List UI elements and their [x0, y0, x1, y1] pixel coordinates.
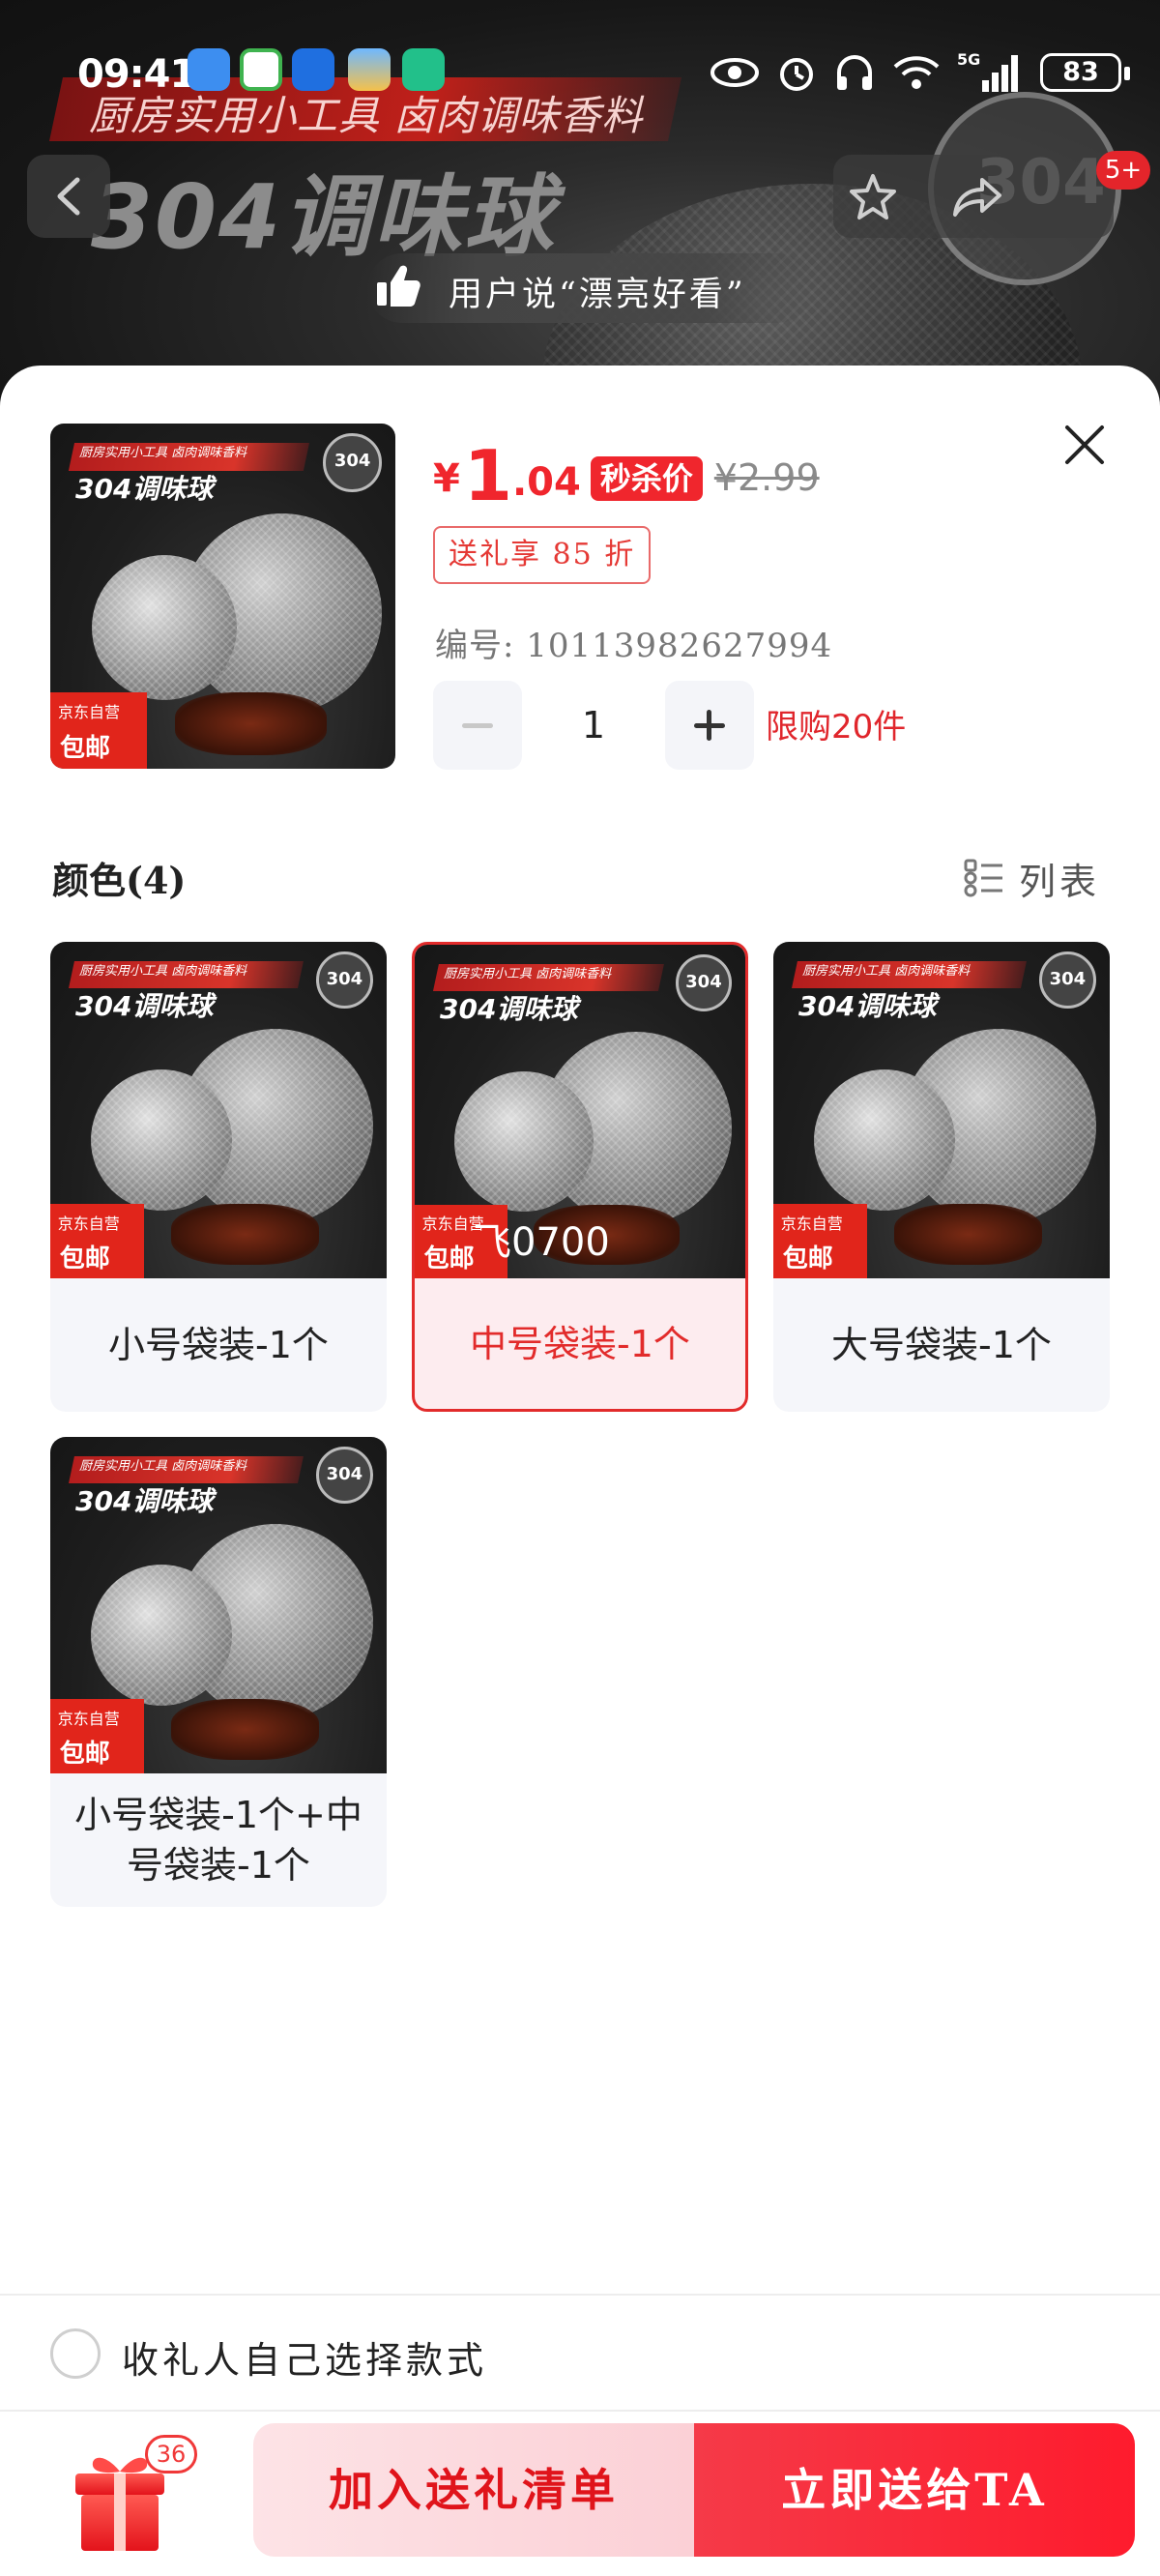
notification-badge: 5+ [1096, 151, 1150, 190]
image-title: 304调味球 [75, 473, 214, 506]
image-banner-text: 厨房实用小工具 卤肉调味香料 [79, 446, 247, 460]
list-icon [964, 859, 1002, 897]
hero-actions [833, 155, 1114, 238]
product-image[interactable]: 厨房实用小工具 卤肉调味香料 304调味球 304 京东自营 包邮 [50, 424, 395, 769]
jd-self-operated-tag: 京东自营 包邮 [50, 692, 147, 769]
star-icon[interactable] [847, 172, 899, 222]
alarm-icon [780, 58, 813, 91]
wifi-icon [893, 56, 940, 89]
svg-text:5G: 5G [957, 51, 980, 69]
recipient-choice-label[interactable]: 收礼人自己选择款式 [122, 2330, 487, 2384]
5g-signal-icon: 5G [957, 51, 1018, 92]
variant-card[interactable]: 厨房实用小工具 卤肉调味香料 304调味球 304 京东自营 包邮 小号袋装-1个 [50, 942, 387, 1412]
gift-count-badge: 36 [145, 2435, 197, 2474]
variant-image: 厨房实用小工具 卤肉调味香料 304调味球 304 京东自营 包邮 [773, 942, 1110, 1278]
purchase-limit: 限购20件 [766, 708, 907, 746]
recipient-choice-radio[interactable] [50, 2328, 101, 2379]
price-row: ¥ 1 .04 秒杀价 ¥2.99 [433, 433, 820, 511]
image-seal: 304 [323, 433, 382, 492]
flash-sale-tag: 秒杀价 [590, 456, 703, 501]
user-quote-text: 用户说“漂亮好看” [449, 276, 746, 314]
divider [0, 2410, 1160, 2412]
list-view-toggle[interactable]: 列表 [963, 855, 1100, 903]
variant-card[interactable]: 厨房实用小工具 卤肉调味香料 304调味球 304 京东自营 包邮 小号袋装-1个… [50, 1437, 387, 1907]
battery-indicator: 83 [1040, 53, 1130, 92]
variant-label: 小号袋装-1个+中号袋装-1个 [74, 1794, 362, 1887]
send-gift-now-button[interactable]: 立即送给TA [694, 2423, 1135, 2557]
back-button[interactable] [27, 155, 110, 238]
status-time: 09:41 [77, 52, 196, 97]
add-to-gift-list-button[interactable]: 加入送礼清单 [253, 2423, 694, 2557]
smart-home-icon [292, 48, 334, 91]
variant-label: 小号袋装-1个 [108, 1324, 329, 1366]
gift-discount-badge: 送礼享 85 折 [433, 526, 652, 584]
variant-card-selected[interactable]: 厨房实用小工具 卤肉调味香料 304调味球 304 京东自营 包邮 飞0700 中… [412, 942, 748, 1412]
price-integer: 1 [463, 435, 512, 516]
currency-symbol: ¥ [433, 456, 460, 501]
original-price: ¥2.99 [713, 456, 820, 499]
variant-image: 厨房实用小工具 卤肉调味香料 304调味球 304 京东自营 包邮 飞0700 [415, 945, 745, 1278]
variant-image: 厨房实用小工具 卤肉调味香料 304调味球 304 京东自营 包邮 [50, 1437, 387, 1773]
status-indicators: 5G 83 [710, 48, 1130, 97]
chevron-left-icon [57, 177, 80, 216]
divider [0, 2294, 1160, 2296]
status-bar: 09:41 5G 83 [0, 39, 1160, 106]
quantity-decrease-button[interactable] [433, 681, 522, 770]
mi-home-icon [402, 48, 445, 91]
share-icon[interactable] [949, 172, 1003, 222]
mobile-icon [240, 48, 282, 91]
variant-card[interactable]: 厨房实用小工具 卤肉调味香料 304调味球 304 京东自营 包邮 大号袋装-1个 [773, 942, 1110, 1412]
price-decimal: .04 [511, 460, 581, 505]
variant-label: 大号袋装-1个 [831, 1324, 1052, 1366]
variant-section-title: 颜色(4) [52, 859, 187, 902]
thumbs-up-icon [377, 265, 420, 307]
headphones-icon [837, 55, 872, 90]
image-watermark: 飞0700 [473, 1220, 610, 1265]
weather-icon [348, 48, 391, 91]
quantity-increase-button[interactable] [665, 681, 754, 770]
list-view-label: 列表 [1019, 860, 1101, 903]
message-icon [188, 48, 230, 91]
variant-label: 中号袋装-1个 [470, 1322, 690, 1365]
sku-number: 编号: 10113982627994 [435, 627, 833, 665]
variant-image: 厨房实用小工具 卤肉调味香料 304调味球 304 京东自营 包邮 [50, 942, 387, 1278]
close-icon[interactable] [1056, 416, 1114, 474]
eye-icon [710, 58, 759, 87]
quantity-value[interactable]: 1 [522, 681, 665, 770]
